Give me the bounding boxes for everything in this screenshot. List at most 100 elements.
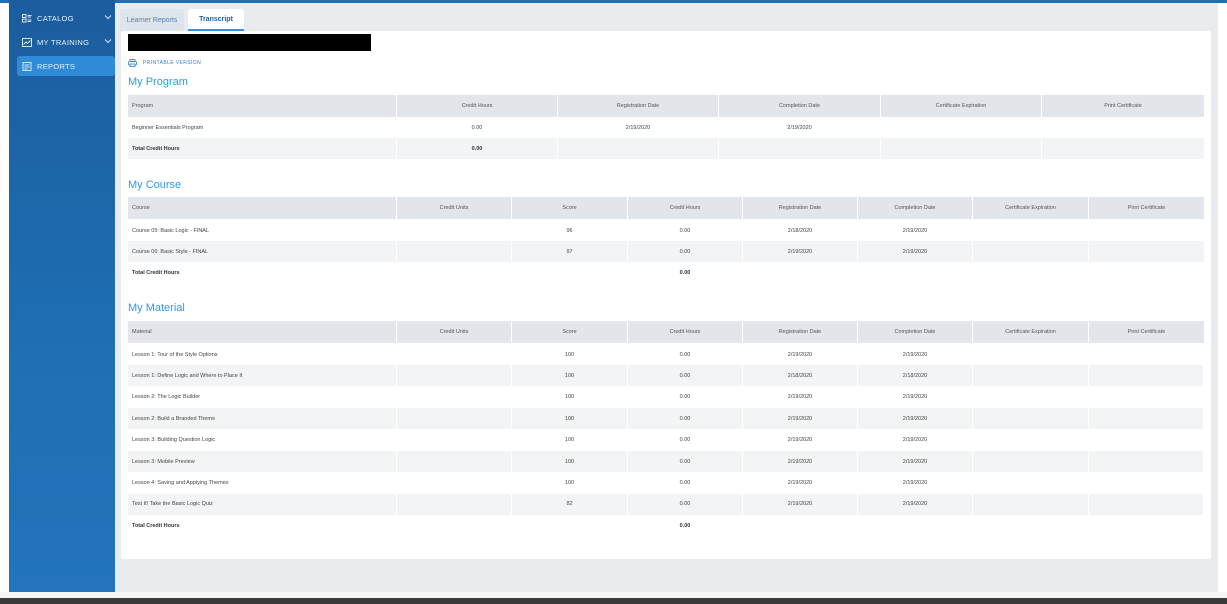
completion-date: 2/19/2020 — [787, 124, 812, 131]
completion-date: 2/19/2020 — [858, 408, 973, 430]
registration-date: 2/19/2020 — [787, 394, 813, 401]
print-certificate — [1089, 451, 1204, 472]
total-row: Total Credit Hours 0.00 — [128, 262, 1204, 283]
credit-hours: 0.00 — [628, 365, 743, 387]
course-name: Course 06: Basic Style - FINAL — [128, 241, 397, 262]
column-header: Score — [512, 197, 628, 219]
print-certificate — [1089, 241, 1204, 262]
certificate-expiration — [973, 365, 1089, 387]
credit-units — [397, 493, 512, 515]
registration-date: 2/19/2020 — [787, 351, 813, 358]
print-certificate — [1089, 408, 1204, 430]
print-certificate — [1042, 117, 1204, 138]
completion-date: 2/19/2020 — [858, 241, 973, 262]
print-certificate — [1089, 365, 1204, 387]
print-certificate — [1089, 387, 1204, 408]
training-icon — [22, 37, 32, 47]
column-header: Completion Date — [719, 95, 881, 117]
sidebar-item-my-training[interactable]: MY TRAINING — [17, 32, 115, 52]
column-header: Registration Date — [743, 197, 858, 219]
column-header: Certificate Expiration — [973, 197, 1089, 219]
total-label: Total Credit Hours — [132, 522, 180, 529]
credit-units — [397, 365, 512, 387]
column-header: Print Certificate — [1127, 328, 1166, 335]
empty-cell — [397, 262, 512, 283]
credit-hours: 0.00 — [679, 351, 691, 358]
chevron-down-icon[interactable] — [104, 13, 112, 21]
sidebar-item-label: CATALOG — [37, 13, 74, 23]
program-table-header: Program Credit Hours Registration Date C… — [128, 95, 1204, 117]
score: 100 — [564, 394, 575, 401]
printable-version-link[interactable]: PRINTABLE VERSION — [128, 58, 201, 68]
print-certificate — [1089, 344, 1204, 365]
credit-units — [397, 387, 512, 408]
completion-date: 2/19/2020 — [902, 437, 928, 444]
print-certificate — [1089, 472, 1204, 493]
credit-hours: 0.00 — [679, 479, 691, 486]
material-name: Lesson 2: Build a Branded Theme — [128, 408, 397, 430]
credit-hours: 0.00 — [679, 394, 691, 401]
column-header: Credit Units — [397, 321, 512, 343]
certificate-expiration — [973, 220, 1089, 241]
table-row: Lesson 1: Tour of the Style Options 100 0.… — [128, 344, 1204, 365]
sidebar-item-label: MY TRAINING — [37, 37, 90, 47]
sidebar-item-catalog[interactable]: CATALOG — [17, 8, 115, 28]
completion-date: 2/18/2020 — [858, 365, 973, 387]
credit-units — [397, 241, 512, 262]
material-name: Lesson 3: Mobile Preview — [128, 451, 397, 472]
certificate-expiration — [973, 430, 1089, 451]
window-bottom-bar — [0, 598, 1227, 604]
score: 100 — [512, 408, 628, 430]
completion-date: 2/19/2020 — [902, 479, 928, 486]
score: 96 — [566, 227, 573, 234]
completion-date: 2/19/2020 — [902, 351, 928, 358]
total-row: Total Credit Hours 0.00 — [128, 515, 1204, 536]
tab-learner-reports[interactable]: Learner Reports — [120, 9, 184, 31]
registration-date: 2/19/2020 — [787, 437, 813, 444]
print-certificate — [1089, 430, 1204, 451]
credit-units — [397, 451, 512, 472]
empty-cell — [512, 515, 628, 536]
table-row: Lesson 4: Saving and Applying Themes 100 0… — [128, 472, 1204, 493]
score: 100 — [512, 451, 628, 472]
section-title-program: My Program — [128, 76, 188, 88]
registration-date: 2/19/2020 — [743, 408, 858, 430]
registration-date: 2/18/2020 — [787, 227, 813, 234]
completion-date: 2/19/2020 — [858, 451, 973, 472]
printable-version-label: PRINTABLE VERSION — [143, 60, 202, 66]
credit-hours: 0.00 — [628, 408, 743, 430]
chevron-down-icon[interactable] — [104, 37, 112, 45]
column-header: Credit Hours — [397, 95, 558, 117]
registration-date: 2/19/2020 — [743, 241, 858, 262]
program-name: Beginner Essentials Program — [132, 124, 204, 131]
column-header: Credit Hours — [628, 197, 743, 219]
certificate-expiration — [973, 451, 1089, 472]
credit-units — [397, 430, 512, 451]
score: 97 — [512, 241, 628, 262]
column-header: Course — [128, 197, 397, 219]
registration-date: 2/19/2020 — [743, 451, 858, 472]
table-row: Lesson 1: Define Logic and Where to Plac… — [128, 365, 1204, 387]
sidebar: CATALOG MY TRAINING REPORTS — [9, 0, 115, 592]
column-header: Score — [512, 321, 628, 343]
material-name: Lesson 1: Define Logic and Where to Plac… — [128, 365, 397, 387]
main-content: Learner Reports Transcript PRINTABLE VER… — [115, 3, 1218, 592]
printer-icon — [128, 59, 137, 67]
registration-date: 2/19/2020 — [743, 493, 858, 515]
column-header: Completion Date — [858, 321, 973, 343]
score: 100 — [564, 437, 575, 444]
tab-transcript[interactable]: Transcript — [188, 9, 244, 31]
column-header: Certificate Expiration — [881, 95, 1042, 117]
credit-hours: 0.00 — [679, 437, 691, 444]
empty-cell — [397, 515, 512, 536]
material-name: Lesson 1: Tour of the Style Options — [132, 351, 218, 358]
table-row: Course 06: Basic Style - FINAL 97 0.00 2… — [128, 241, 1204, 262]
total-credit-hours: 0.00 — [397, 138, 558, 159]
certificate-expiration — [973, 344, 1089, 365]
sidebar-item-reports[interactable]: REPORTS — [17, 56, 115, 76]
score: 100 — [564, 479, 575, 486]
column-header: Registration Date — [558, 95, 719, 117]
credit-hours: 0.00 — [628, 493, 743, 515]
credit-units — [397, 220, 512, 241]
print-certificate — [1089, 493, 1204, 515]
